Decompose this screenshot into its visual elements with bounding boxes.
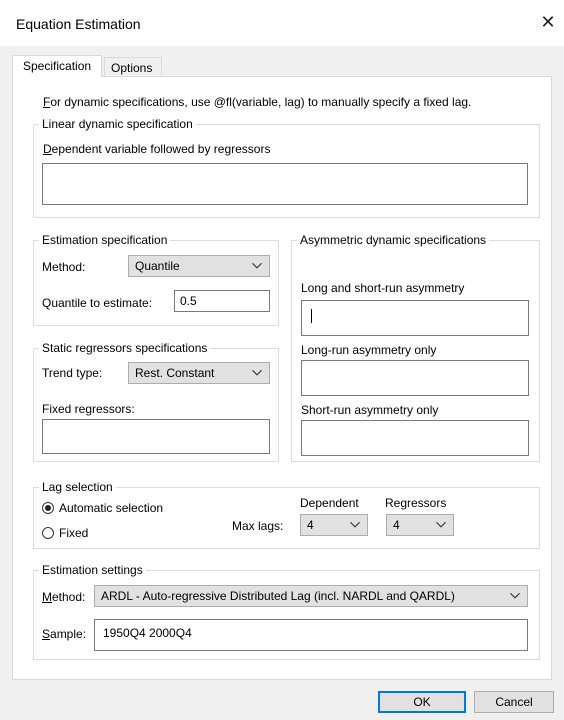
method-dropdown[interactable]: Quantile [128, 255, 270, 277]
sample-input[interactable]: 1950Q4 2000Q4 [94, 619, 528, 651]
regressors-lags-dropdown[interactable]: 4 [386, 514, 454, 536]
method-label: Method: [42, 260, 86, 274]
dependent-lags-value: 4 [307, 518, 314, 532]
chevron-down-icon [252, 369, 262, 376]
tab-options[interactable]: Options [104, 57, 162, 77]
close-icon[interactable]: ✕ [538, 12, 558, 32]
lag-selection-title: Lag selection [39, 480, 116, 494]
cancel-button[interactable]: Cancel [474, 691, 554, 713]
trend-type-dropdown[interactable]: Rest. Constant [128, 362, 270, 384]
chevron-down-icon [252, 262, 262, 269]
dependent-lags-dropdown[interactable]: 4 [300, 514, 368, 536]
long-short-asymmetry-label: Long and short-run asymmetry [301, 281, 465, 295]
trend-type-value: Rest. Constant [135, 366, 215, 380]
lag-selection-group [33, 487, 540, 549]
linear-dynamic-title: Linear dynamic specification [39, 117, 196, 131]
window-title: Equation Estimation [16, 16, 141, 32]
long-short-asymmetry-input[interactable] [301, 300, 529, 336]
fixed-lag-radio[interactable] [42, 527, 54, 539]
dependent-label: Dependent [300, 496, 359, 510]
dependent-variable-input[interactable] [42, 163, 528, 205]
fixed-lag-label[interactable]: Fixed [59, 526, 88, 540]
short-run-asymmetry-label: Short-run asymmetry only [301, 403, 439, 417]
method-value: Quantile [135, 259, 180, 273]
estimation-method-value: ARDL - Auto-regressive Distributed Lag (… [101, 589, 455, 603]
trend-type-label: Trend type: [42, 366, 103, 380]
text-caret [311, 309, 312, 323]
fixed-regressors-label: Fixed regressors: [42, 402, 135, 416]
estimation-method-label: Method: [42, 590, 86, 604]
long-run-asymmetry-input[interactable] [301, 360, 529, 396]
short-run-asymmetry-input[interactable] [301, 420, 529, 456]
chevron-down-icon [510, 592, 520, 599]
estimation-spec-group [33, 240, 279, 326]
estimation-spec-title: Estimation specification [39, 233, 171, 247]
long-run-asymmetry-label: Long-run asymmetry only [301, 343, 437, 357]
quantile-label: Quantile to estimate: [42, 296, 153, 310]
estimation-settings-title: Estimation settings [39, 563, 146, 577]
ok-button[interactable]: OK [378, 691, 466, 713]
asymmetric-title: Asymmetric dynamic specifications [297, 233, 490, 247]
fixed-regressors-input[interactable] [42, 419, 270, 454]
intro-text: For dynamic specifications, use @fl(vari… [43, 95, 472, 109]
quantile-input[interactable]: 0.5 [174, 290, 270, 312]
regressors-label: Regressors [385, 496, 447, 510]
radio-selected-dot [45, 505, 51, 511]
tab-specification[interactable]: Specification [12, 55, 102, 77]
sample-label: Sample: [42, 627, 87, 641]
dependent-variable-label: Dependent variable followed by regressor… [43, 142, 271, 156]
chevron-down-icon [350, 521, 360, 528]
estimation-method-dropdown[interactable]: ARDL - Auto-regressive Distributed Lag (… [94, 585, 528, 607]
automatic-selection-radio[interactable] [42, 502, 54, 514]
automatic-selection-label[interactable]: Automatic selection [59, 501, 163, 515]
max-lags-label: Max lags: [232, 519, 284, 533]
chevron-down-icon [436, 521, 446, 528]
regressors-lags-value: 4 [393, 518, 400, 532]
static-regressors-title: Static regressors specifications [39, 341, 211, 355]
